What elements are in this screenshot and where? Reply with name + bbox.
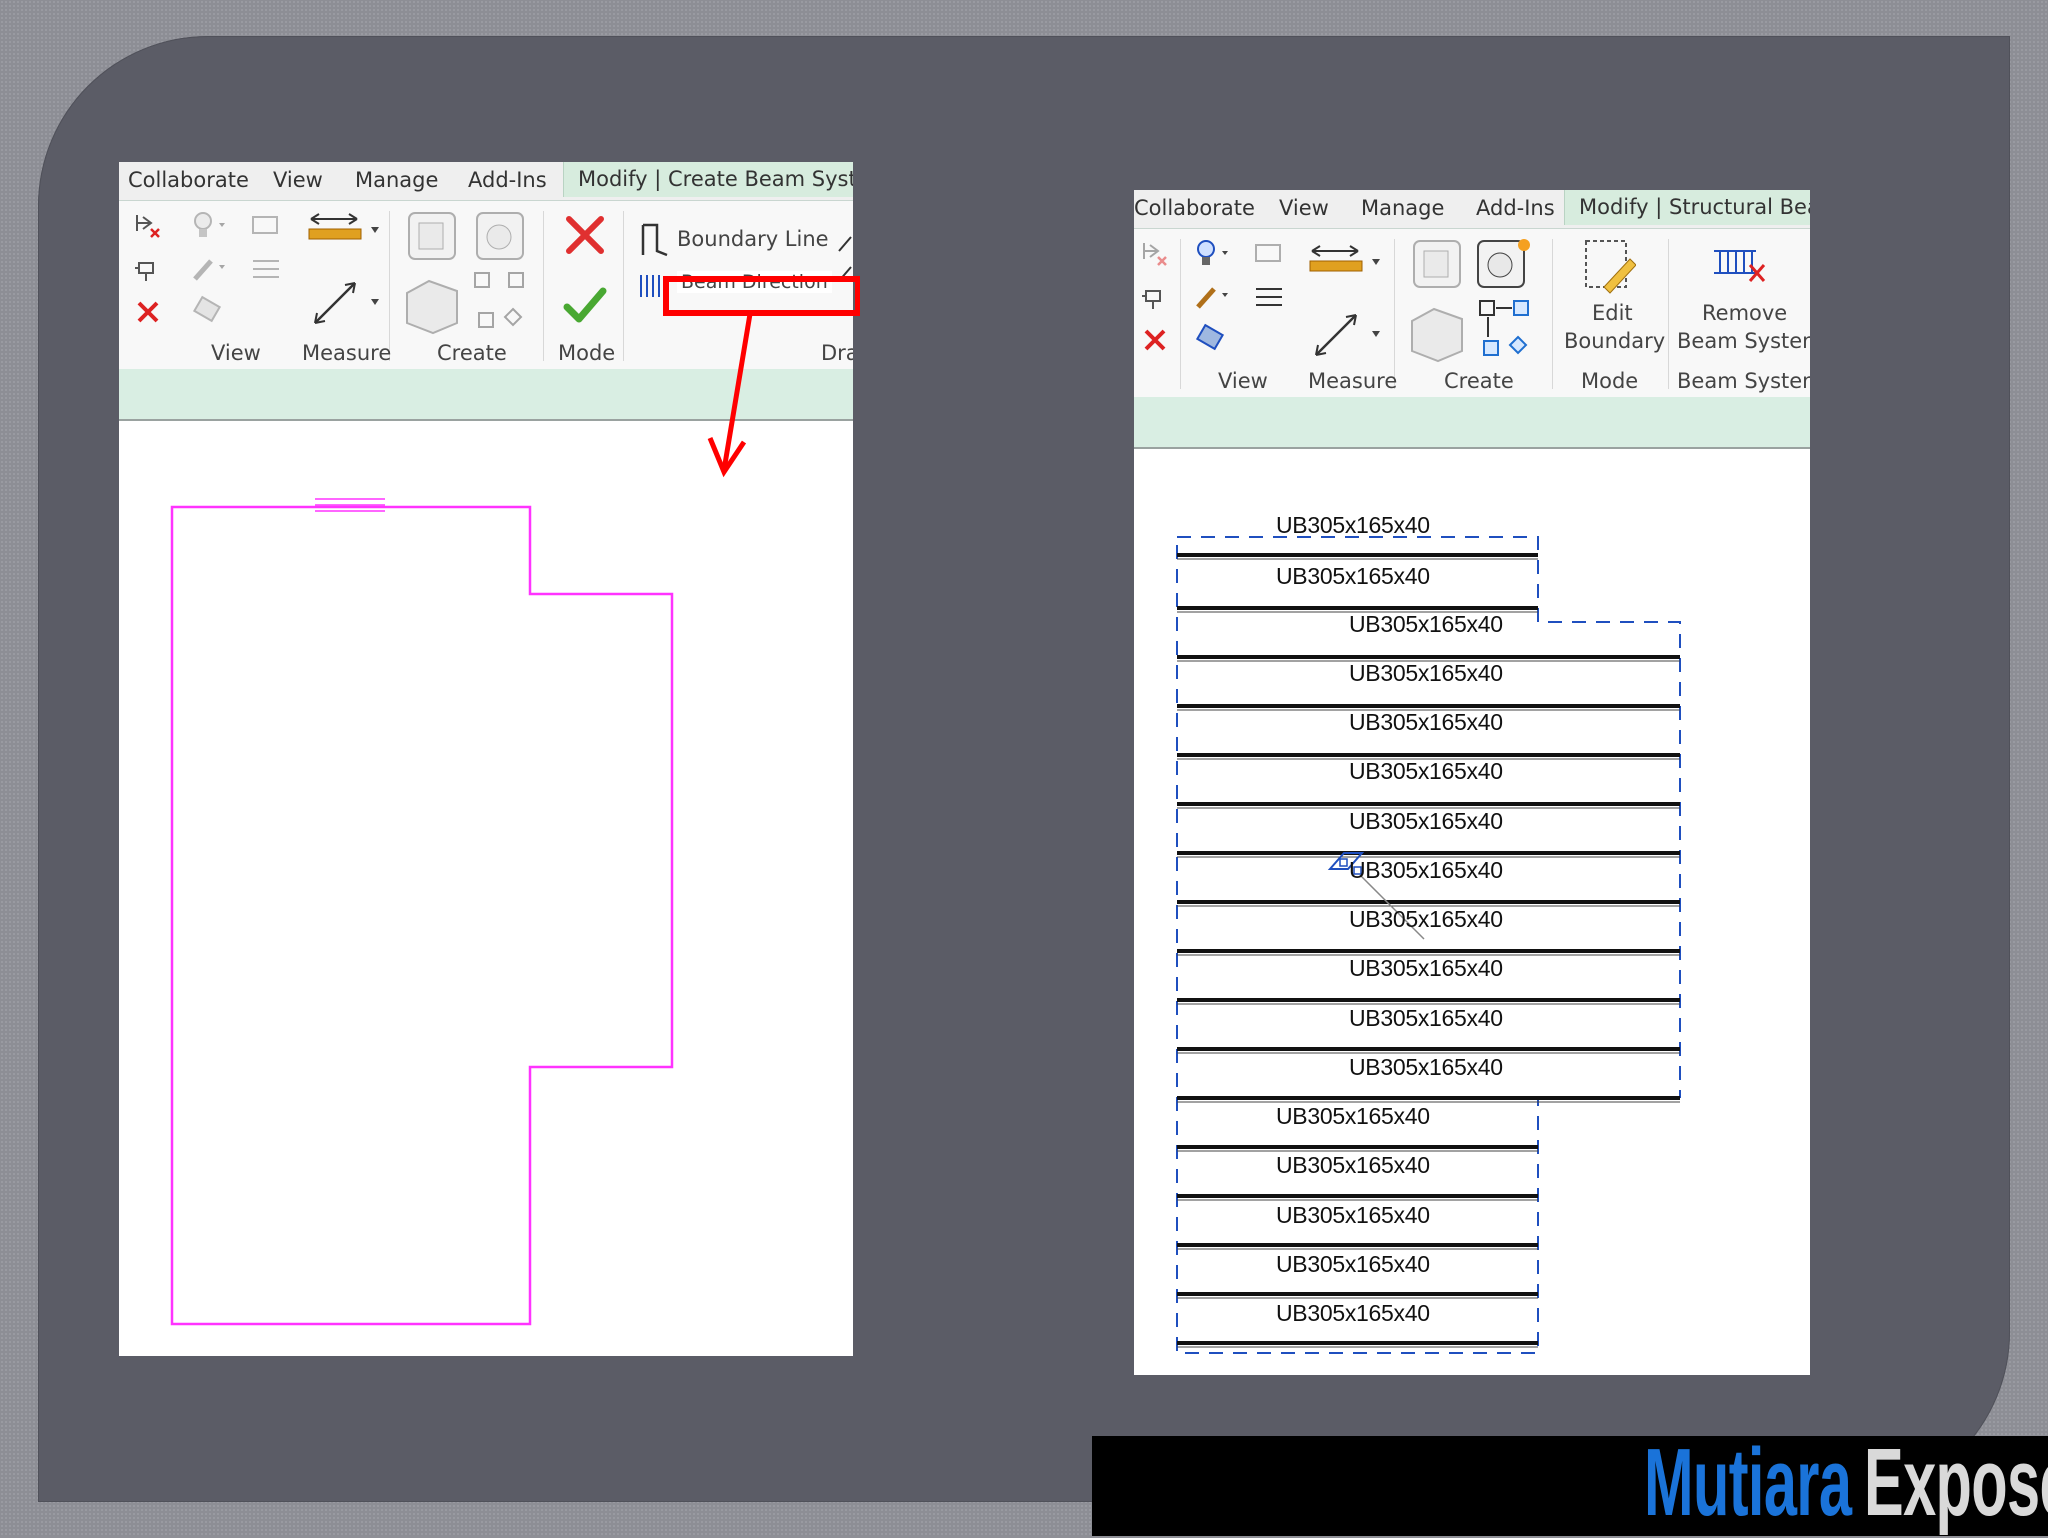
delete-x-icon[interactable]	[133, 297, 163, 327]
ribbon-tabs: Collaborate View Manage Add-Ins Modify |…	[1134, 190, 1810, 229]
beam-tag: UB305x165x40	[1349, 660, 1503, 686]
panel-label-measure: Measure	[302, 341, 392, 365]
beam-tag: UB305x165x40	[1349, 758, 1503, 784]
beam-tag: UB305x165x40	[1276, 1202, 1430, 1228]
dimension-icon[interactable]	[307, 271, 387, 331]
create-assembly-icon[interactable]	[1476, 297, 1536, 361]
panel-label-create: Create	[1444, 369, 1514, 393]
beam-direction-symbol	[315, 498, 385, 512]
tab-add-ins[interactable]: Add-Ins	[468, 168, 547, 192]
beam-tag: UB305x165x40	[1349, 955, 1503, 981]
finish-edit-mode-icon[interactable]	[561, 281, 609, 329]
lightbulb-icon[interactable]	[1194, 237, 1234, 271]
beam-tag: UB305x165x40	[1349, 1054, 1503, 1080]
beam-direction-grip	[1339, 858, 1348, 867]
ribbon-tabs: Collaborate View Manage Add-Ins Modify |…	[119, 162, 853, 201]
divider	[623, 211, 624, 361]
brush-icon[interactable]	[191, 251, 231, 285]
right-screenshot: Collaborate View Manage Add-Ins Modify |…	[1134, 190, 1810, 1375]
tab-manage[interactable]: Manage	[355, 168, 438, 192]
cameras-icon[interactable]	[1252, 237, 1286, 267]
beam-tag: UB305x165x40	[1276, 1251, 1430, 1277]
beam-tag: UB305x165x40	[1349, 906, 1503, 932]
panel-label-measure: Measure	[1308, 369, 1398, 393]
cancel-edit-mode-icon[interactable]	[561, 211, 609, 259]
panel-label-mode: Mode	[1581, 369, 1639, 393]
lines-icon[interactable]	[249, 253, 283, 283]
beam-tag: UB305x165x40	[1349, 611, 1503, 637]
create-parts-icon[interactable]	[1404, 301, 1468, 365]
create-parts-icon[interactable]	[399, 273, 463, 337]
boundary-line-button[interactable]: Boundary Line	[677, 227, 829, 251]
tab-view[interactable]: View	[1279, 196, 1329, 220]
divider	[1394, 239, 1395, 389]
beam-tag: UB305x165x40	[1276, 1300, 1430, 1326]
beam-tag: UB305x165x40	[1276, 1103, 1430, 1129]
beam-tag: UB305x165x40	[1349, 709, 1503, 735]
beam-tag: UB305x165x40	[1276, 1152, 1430, 1178]
component-icon[interactable]	[1194, 323, 1228, 353]
divider	[389, 211, 390, 361]
beam-tag: UB305x165x40	[1349, 857, 1503, 883]
logo-word-mutiara: Mutiara	[1644, 1429, 1852, 1536]
divider	[543, 211, 544, 361]
create-component-icon[interactable]	[405, 209, 461, 263]
ribbon-panels: Edit Boundary Remove Beam System View Me…	[1134, 229, 1810, 397]
tab-collaborate[interactable]: Collaborate	[128, 168, 249, 192]
edit-boundary-button-line2[interactable]: Boundary	[1564, 329, 1665, 353]
drawing-canvas[interactable]	[119, 421, 853, 1356]
modify-select-icon[interactable]	[133, 211, 163, 241]
create-group-icon[interactable]	[473, 209, 529, 263]
dimension-icon[interactable]	[1308, 303, 1388, 363]
component-icon[interactable]	[191, 295, 225, 325]
edit-boundary-button[interactable]: Edit	[1592, 301, 1633, 325]
pin-icon[interactable]	[133, 255, 163, 285]
brush-icon[interactable]	[1194, 279, 1234, 313]
tab-add-ins[interactable]: Add-Ins	[1476, 196, 1555, 220]
remove-beam-system-icon[interactable]	[1708, 243, 1772, 289]
remove-beam-system-button-line2[interactable]: Beam System	[1677, 329, 1810, 353]
divider	[1552, 239, 1553, 389]
tab-modify-create-beam-system[interactable]: Modify | Create Beam System	[563, 162, 853, 197]
lines-icon[interactable]	[1252, 281, 1286, 311]
tab-manage[interactable]: Manage	[1361, 196, 1444, 220]
modify-select-icon[interactable]	[1140, 239, 1170, 269]
panel-label-beam-system: Beam System	[1677, 369, 1810, 393]
beam-direction-highlight	[663, 276, 860, 478]
create-assembly-icon[interactable]	[471, 269, 531, 333]
create-group-icon[interactable]	[1474, 237, 1534, 291]
divider	[1180, 239, 1181, 389]
beam-tag: UB305x165x40	[1349, 808, 1503, 834]
lightbulb-icon[interactable]	[191, 209, 231, 243]
beam-system-boundary-sketch	[170, 505, 674, 1326]
create-component-icon[interactable]	[1410, 237, 1466, 291]
beam-tag: UB305x165x40	[1349, 1005, 1503, 1031]
tab-view[interactable]: View	[273, 168, 323, 192]
divider	[1668, 239, 1669, 389]
tab-collaborate[interactable]: Collaborate	[1134, 196, 1255, 220]
remove-beam-system-button[interactable]: Remove	[1702, 301, 1787, 325]
panel-label-create: Create	[437, 341, 507, 365]
panel-label-view: View	[211, 341, 261, 365]
edit-boundary-icon[interactable]	[1582, 237, 1636, 297]
boundary-line-icon[interactable]	[635, 221, 671, 261]
beam-tag: UB305x165x40	[1276, 563, 1430, 589]
delete-x-icon[interactable]	[1140, 325, 1170, 355]
tab-modify-structural-beam[interactable]: Modify | Structural Beam	[1564, 190, 1810, 225]
logo-word-expose: Expose	[1864, 1429, 2048, 1536]
panel-label-view: View	[1218, 369, 1268, 393]
measure-ruler-icon[interactable]	[1306, 241, 1386, 285]
panel-label-mode: Mode	[558, 341, 616, 365]
pin-icon[interactable]	[1140, 283, 1170, 313]
beam-tag: UB305x165x40	[1276, 512, 1430, 538]
cameras-icon[interactable]	[249, 209, 283, 239]
measure-ruler-icon[interactable]	[305, 209, 385, 253]
options-bar	[1134, 397, 1810, 449]
